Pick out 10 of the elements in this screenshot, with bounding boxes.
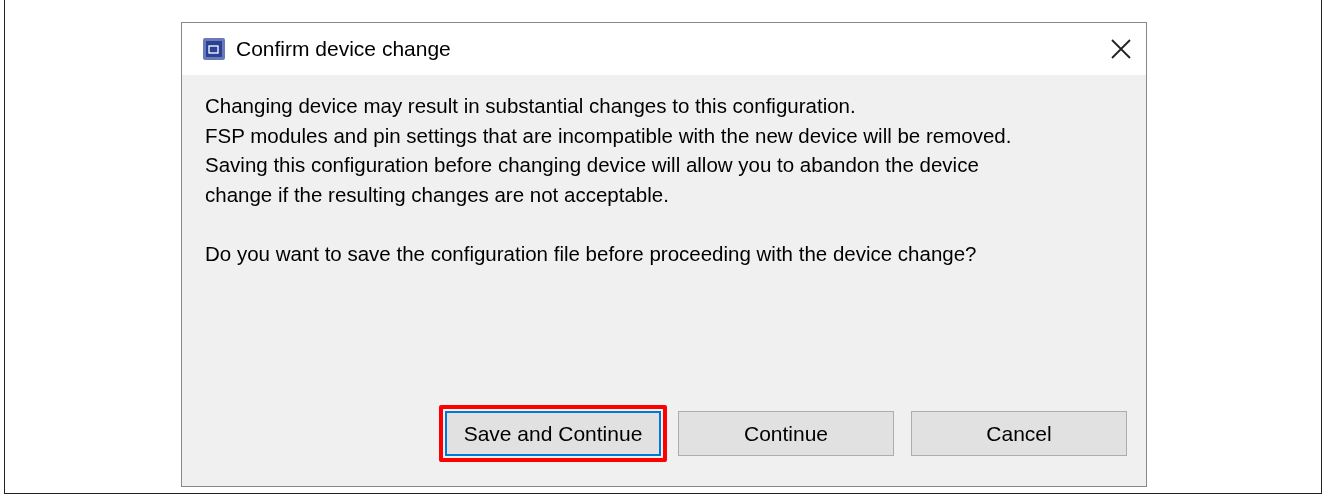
message-text: Saving this configuration before changing device will allow you to abandon the device change if the resulting changes are not acceptable. — [205, 152, 980, 209]
chip-icon — [202, 37, 226, 61]
dialog-button[interactable]: Continue — [678, 411, 894, 456]
dialog-button[interactable]: Cancel — [911, 411, 1127, 456]
dialog-button[interactable]: Save and Continue — [445, 411, 661, 456]
message-text: Do you want to save the configuration file before proceeding with the device change? — [205, 240, 978, 267]
window-title: Confirm device change — [236, 37, 452, 61]
message-text: FSP modules and pin settings that are incompatible with the new device will be removed. — [205, 122, 1013, 149]
close-icon[interactable] — [1110, 38, 1132, 60]
message-text: Changing device may result in substantial changes to this configuration. — [205, 93, 857, 119]
